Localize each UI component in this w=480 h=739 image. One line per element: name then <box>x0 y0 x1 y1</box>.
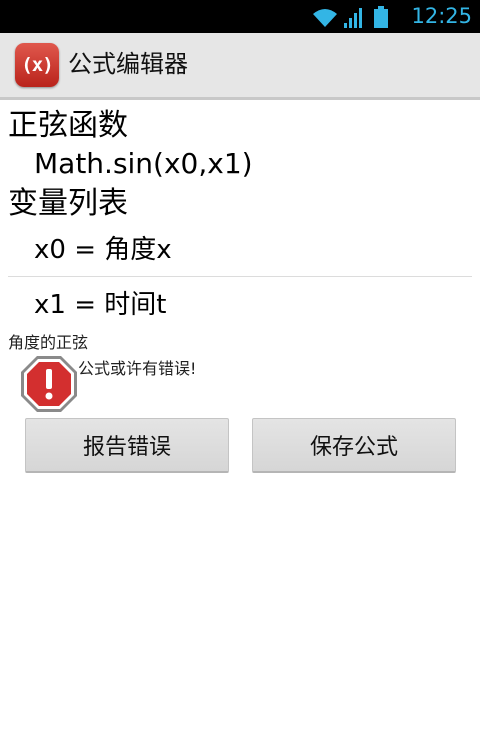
function-heading: 正弦函数 <box>8 108 128 143</box>
variables-heading: 变量列表 <box>8 186 128 221</box>
status-bar: 12:25 <box>0 0 480 33</box>
save-formula-button[interactable]: 保存公式 <box>252 418 456 473</box>
status-icons <box>312 6 388 28</box>
function-description: 角度的正弦 <box>8 333 89 352</box>
report-error-button[interactable]: 报告错误 <box>25 418 229 473</box>
battery-icon <box>374 6 388 28</box>
clock: 12:25 <box>411 4 472 28</box>
formula-text[interactable]: Math.sin(x0,x1) <box>34 146 253 182</box>
error-stop-icon <box>20 355 78 413</box>
app-title: 公式编辑器 <box>68 50 188 78</box>
wifi-icon <box>313 9 337 27</box>
variable-item-x0[interactable]: x0 = 角度x <box>34 233 172 267</box>
signal-icon <box>344 8 362 28</box>
action-bar: (x) 公式编辑器 <box>0 33 480 100</box>
list-divider <box>8 276 472 277</box>
variable-item-x1[interactable]: x1 = 时间t <box>34 288 166 322</box>
app-icon[interactable]: (x) <box>15 43 59 87</box>
warning-message: 公式或许有错误! <box>78 359 197 378</box>
